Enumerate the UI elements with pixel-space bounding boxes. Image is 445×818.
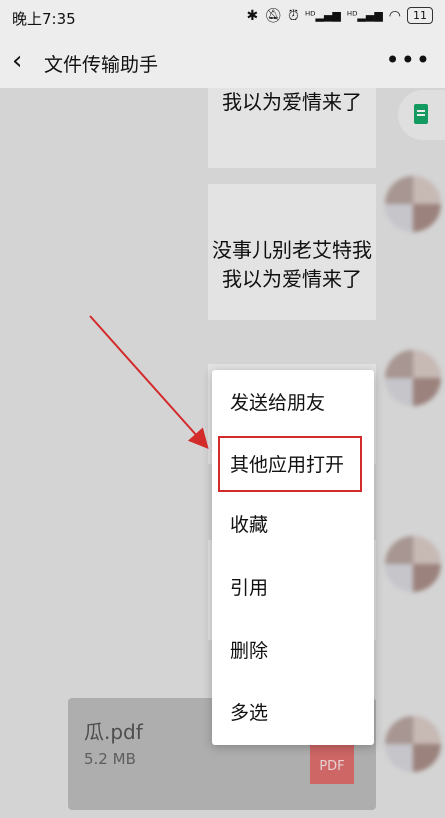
more-options-icon[interactable]: ••• <box>386 46 431 74</box>
bluetooth-icon: ✱ <box>246 7 259 24</box>
menu-item-favorite[interactable]: 收藏 <box>212 500 374 550</box>
wifi-icon: ◠ <box>388 7 401 24</box>
alarm-icon: ⏰︎ <box>288 7 299 24</box>
hd-signal-icon: ᴴᴰ▂▄▆ <box>304 9 341 22</box>
nav-bar: ‹ 文件传输助手 ••• <box>0 36 445 88</box>
menu-item-quote[interactable]: 引用 <box>212 563 374 613</box>
menu-item-multi-select[interactable]: 多选 <box>212 688 374 738</box>
mute-icon: 🔕︎ <box>264 7 283 24</box>
menu-item-send-to-friend[interactable]: 发送给朋友 <box>212 378 374 428</box>
status-bar: 晚上7:35 ✱ 🔕︎ ⏰︎ ᴴᴰ▂▄▆ ᴴᴰ▂▄▆ ◠ 11 <box>0 0 445 36</box>
status-icons: ✱ 🔕︎ ⏰︎ ᴴᴰ▂▄▆ ᴴᴰ▂▄▆ ◠ 11 <box>246 7 433 24</box>
page-title: 文件传输助手 <box>44 54 159 76</box>
back-chevron-icon[interactable]: ‹ <box>12 46 22 76</box>
status-time: 晚上7:35 <box>12 10 76 28</box>
context-menu: 发送给朋友 其他应用打开 收藏 引用 删除 多选 <box>212 370 374 745</box>
highlight-box <box>218 436 362 492</box>
menu-item-delete[interactable]: 删除 <box>212 626 374 676</box>
hd-signal-icon: ᴴᴰ▂▄▆ <box>346 9 383 22</box>
battery-icon: 11 <box>407 7 433 24</box>
